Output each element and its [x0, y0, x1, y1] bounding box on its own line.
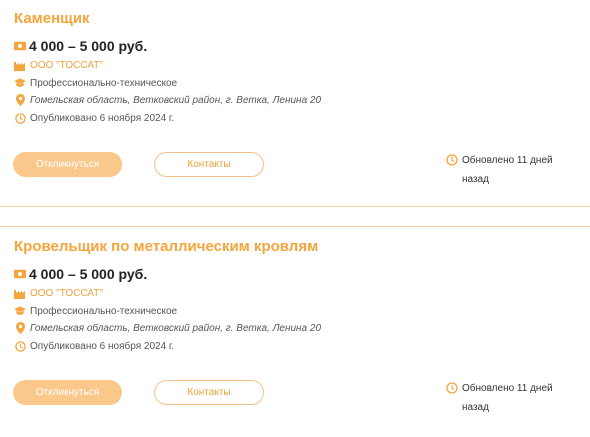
map-pin-icon	[14, 94, 26, 106]
education-row: Профессионально-техническое	[14, 305, 177, 317]
respond-button[interactable]: Откликнуться	[13, 152, 122, 177]
published-row: Опубликовано 6 ноября 2024 г.	[14, 112, 174, 124]
money-icon	[14, 268, 26, 280]
money-icon	[14, 40, 26, 52]
company-link[interactable]: ООО "ТОССАТ"	[30, 60, 103, 71]
updated-text: Обновлено 11 дней	[462, 383, 553, 394]
clock-icon	[14, 340, 26, 352]
salary: 4 000 – 5 000 руб.	[14, 38, 147, 54]
divider	[0, 206, 590, 207]
graduation-cap-icon	[14, 305, 26, 317]
location-row: Гомельская область, Ветковский район, г.…	[14, 322, 321, 334]
salary-text: 4 000 – 5 000 руб.	[29, 38, 148, 54]
updated-info: Обновлено 11 дней назад	[446, 379, 576, 417]
contacts-button[interactable]: Контакты	[154, 152, 264, 177]
published-row: Опубликовано 6 ноября 2024 г.	[14, 340, 174, 352]
divider	[0, 226, 590, 227]
company-row: ООО "ТОССАТ"	[14, 59, 103, 71]
vacancy-title[interactable]: Каменщик	[14, 10, 90, 27]
updated-text-cont: назад	[462, 174, 489, 185]
updated-info: Обновлено 11 дней назад	[446, 151, 576, 189]
education-text: Профессионально-техническое	[30, 305, 178, 317]
clock-icon	[14, 112, 26, 124]
factory-icon	[14, 59, 26, 71]
company-link[interactable]: ООО "ТОССАТ"	[30, 288, 103, 299]
location-text: Гомельская область, Ветковский район, г.…	[30, 322, 322, 334]
factory-icon	[14, 287, 26, 299]
map-pin-icon	[14, 322, 26, 334]
clock-icon	[446, 154, 458, 166]
published-text: Опубликовано 6 ноября 2024 г.	[30, 340, 175, 352]
location-row: Гомельская область, Ветковский район, г.…	[14, 94, 321, 106]
published-text: Опубликовано 6 ноября 2024 г.	[30, 112, 175, 124]
respond-button[interactable]: Откликнуться	[13, 380, 122, 405]
vacancy-title[interactable]: Кровельщик по металлическим кровлям	[14, 238, 318, 255]
vacancy-card: Кровельщик по металлическим кровлям 4 00…	[0, 228, 590, 437]
contacts-button[interactable]: Контакты	[154, 380, 264, 405]
clock-icon	[446, 382, 458, 394]
education-row: Профессионально-техническое	[14, 77, 177, 89]
graduation-cap-icon	[14, 77, 26, 89]
salary: 4 000 – 5 000 руб.	[14, 266, 147, 282]
education-text: Профессионально-техническое	[30, 77, 178, 89]
salary-text: 4 000 – 5 000 руб.	[29, 266, 148, 282]
updated-text: Обновлено 11 дней	[462, 155, 553, 166]
vacancy-card: Каменщик 4 000 – 5 000 руб. ООО "ТОССАТ"…	[0, 0, 590, 206]
location-text: Гомельская область, Ветковский район, г.…	[30, 94, 322, 106]
updated-text-cont: назад	[462, 402, 489, 413]
company-row: ООО "ТОССАТ"	[14, 287, 103, 299]
